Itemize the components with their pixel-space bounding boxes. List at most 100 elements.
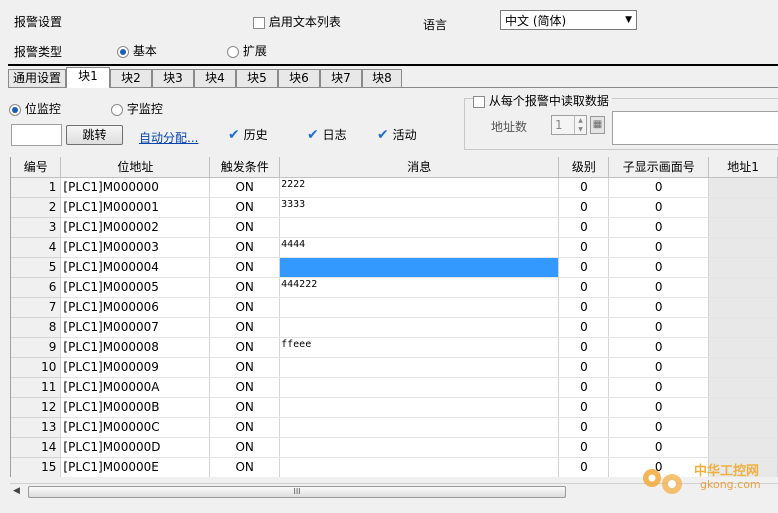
level-cell[interactable]: 0	[558, 317, 610, 338]
trigger-cell[interactable]: ON	[209, 397, 281, 418]
level-cell[interactable]: 0	[558, 437, 610, 458]
trigger-cell[interactable]: ON	[209, 377, 281, 398]
bit-monitor-radio[interactable]: 位监控	[9, 100, 61, 117]
bit-address-cell[interactable]: [PLC1]M000007	[60, 317, 211, 338]
level-cell[interactable]: 0	[558, 397, 610, 418]
checkbox-box[interactable]	[473, 95, 485, 108]
row-number[interactable]: 9	[11, 337, 62, 358]
language-select[interactable]: 中文 (简体) ▼	[500, 10, 637, 30]
jump-number-input[interactable]	[11, 124, 62, 146]
table-row[interactable]: 13 [PLC1]M00000C ON 0 0	[11, 417, 778, 438]
level-cell[interactable]: 0	[558, 377, 610, 398]
sub-screen-cell[interactable]: 0	[608, 397, 710, 418]
address-1-cell[interactable]	[708, 237, 778, 258]
sub-screen-cell[interactable]: 0	[608, 377, 710, 398]
sub-screen-cell[interactable]: 0	[608, 417, 710, 438]
address-1-cell[interactable]	[708, 397, 778, 418]
level-cell[interactable]: 0	[558, 337, 610, 358]
tab-block-1[interactable]: 块1	[66, 67, 110, 88]
message-cell[interactable]	[279, 257, 560, 278]
row-number[interactable]: 3	[11, 217, 62, 238]
level-cell[interactable]: 0	[558, 237, 610, 258]
sub-screen-cell[interactable]: 0	[608, 177, 710, 198]
tab-block-7[interactable]: 块7	[320, 69, 362, 87]
bit-address-cell[interactable]: [PLC1]M000003	[60, 237, 211, 258]
auto-assign-link[interactable]: 自动分配...	[139, 129, 198, 146]
sub-screen-cell[interactable]: 0	[608, 437, 710, 458]
level-cell[interactable]: 0	[558, 197, 610, 218]
trigger-cell[interactable]: ON	[209, 317, 281, 338]
row-number[interactable]: 1	[11, 177, 62, 198]
address-1-cell[interactable]	[708, 177, 778, 198]
address-input[interactable]	[612, 111, 778, 145]
row-number[interactable]: 14	[11, 437, 62, 458]
table-row[interactable]: 5 [PLC1]M000004 ON 0 0	[11, 257, 778, 278]
level-cell[interactable]: 0	[558, 177, 610, 198]
column-header-sub-screen[interactable]: 子显示画面号	[608, 157, 710, 178]
bit-address-cell[interactable]: [PLC1]M00000E	[60, 457, 211, 477]
address-1-cell[interactable]	[708, 197, 778, 218]
trigger-cell[interactable]: ON	[209, 297, 281, 318]
sub-screen-cell[interactable]: 0	[608, 257, 710, 278]
radio-indicator[interactable]	[9, 103, 21, 116]
bit-address-cell[interactable]: [PLC1]M00000A	[60, 377, 211, 398]
keypad-icon[interactable]: ▦	[590, 116, 605, 134]
message-cell[interactable]	[279, 417, 560, 438]
sub-screen-cell[interactable]: 0	[608, 277, 710, 298]
sub-screen-cell[interactable]: 0	[608, 237, 710, 258]
bit-address-cell[interactable]: [PLC1]M000005	[60, 277, 211, 298]
address-count-spinner[interactable]: 1 ▲ ▼	[551, 115, 587, 135]
alarm-type-extended-radio[interactable]: 扩展	[227, 42, 267, 59]
column-header-bit-address[interactable]: 位地址	[60, 157, 211, 178]
bit-address-cell[interactable]: [PLC1]M000009	[60, 357, 211, 378]
level-cell[interactable]: 0	[558, 457, 610, 477]
message-cell[interactable]: 2222	[279, 177, 560, 198]
address-1-cell[interactable]	[708, 437, 778, 458]
activity-check[interactable]: ✔ 活动	[377, 126, 417, 143]
table-row[interactable]: 12 [PLC1]M00000B ON 0 0	[11, 397, 778, 418]
row-number[interactable]: 4	[11, 237, 62, 258]
address-1-cell[interactable]	[708, 377, 778, 398]
address-1-cell[interactable]	[708, 357, 778, 378]
message-cell[interactable]	[279, 377, 560, 398]
bit-address-cell[interactable]: [PLC1]M000002	[60, 217, 211, 238]
tab-block-2[interactable]: 块2	[110, 69, 152, 87]
trigger-cell[interactable]: ON	[209, 217, 281, 238]
trigger-cell[interactable]: ON	[209, 357, 281, 378]
message-cell[interactable]	[279, 297, 560, 318]
row-number[interactable]: 5	[11, 257, 62, 278]
row-number[interactable]: 7	[11, 297, 62, 318]
address-1-cell[interactable]	[708, 217, 778, 238]
trigger-cell[interactable]: ON	[209, 177, 281, 198]
table-row[interactable]: 4 [PLC1]M000003 ON 4444 0 0	[11, 237, 778, 258]
row-number[interactable]: 10	[11, 357, 62, 378]
message-cell[interactable]	[279, 457, 560, 477]
message-cell[interactable]: 444222	[279, 277, 560, 298]
message-cell[interactable]: 3333	[279, 197, 560, 218]
radio-indicator[interactable]	[117, 45, 129, 58]
message-cell[interactable]	[279, 397, 560, 418]
trigger-cell[interactable]: ON	[209, 337, 281, 358]
tab-block-4[interactable]: 块4	[194, 69, 236, 87]
column-header-address-1[interactable]: 地址1	[708, 157, 778, 178]
sub-screen-cell[interactable]: 0	[608, 197, 710, 218]
alarm-type-basic-radio[interactable]: 基本	[117, 42, 157, 59]
level-cell[interactable]: 0	[558, 297, 610, 318]
bit-address-cell[interactable]: [PLC1]M000000	[60, 177, 211, 198]
log-check[interactable]: ✔ 日志	[307, 126, 347, 143]
level-cell[interactable]: 0	[558, 217, 610, 238]
column-header-number[interactable]: 编号	[11, 157, 62, 178]
word-monitor-radio[interactable]: 字监控	[111, 100, 163, 117]
row-number[interactable]: 13	[11, 417, 62, 438]
bit-address-cell[interactable]: [PLC1]M00000D	[60, 437, 211, 458]
tab-block-3[interactable]: 块3	[152, 69, 194, 87]
address-1-cell[interactable]	[708, 257, 778, 278]
trigger-cell[interactable]: ON	[209, 417, 281, 438]
sub-screen-cell[interactable]: 0	[608, 297, 710, 318]
enable-text-list-checkbox[interactable]: 启用文本列表	[253, 13, 341, 30]
address-1-cell[interactable]	[708, 277, 778, 298]
scroll-left-icon[interactable]: ◀	[13, 486, 20, 496]
table-row[interactable]: 2 [PLC1]M000001 ON 3333 0 0	[11, 197, 778, 218]
bit-address-cell[interactable]: [PLC1]M000006	[60, 297, 211, 318]
sub-screen-cell[interactable]: 0	[608, 317, 710, 338]
